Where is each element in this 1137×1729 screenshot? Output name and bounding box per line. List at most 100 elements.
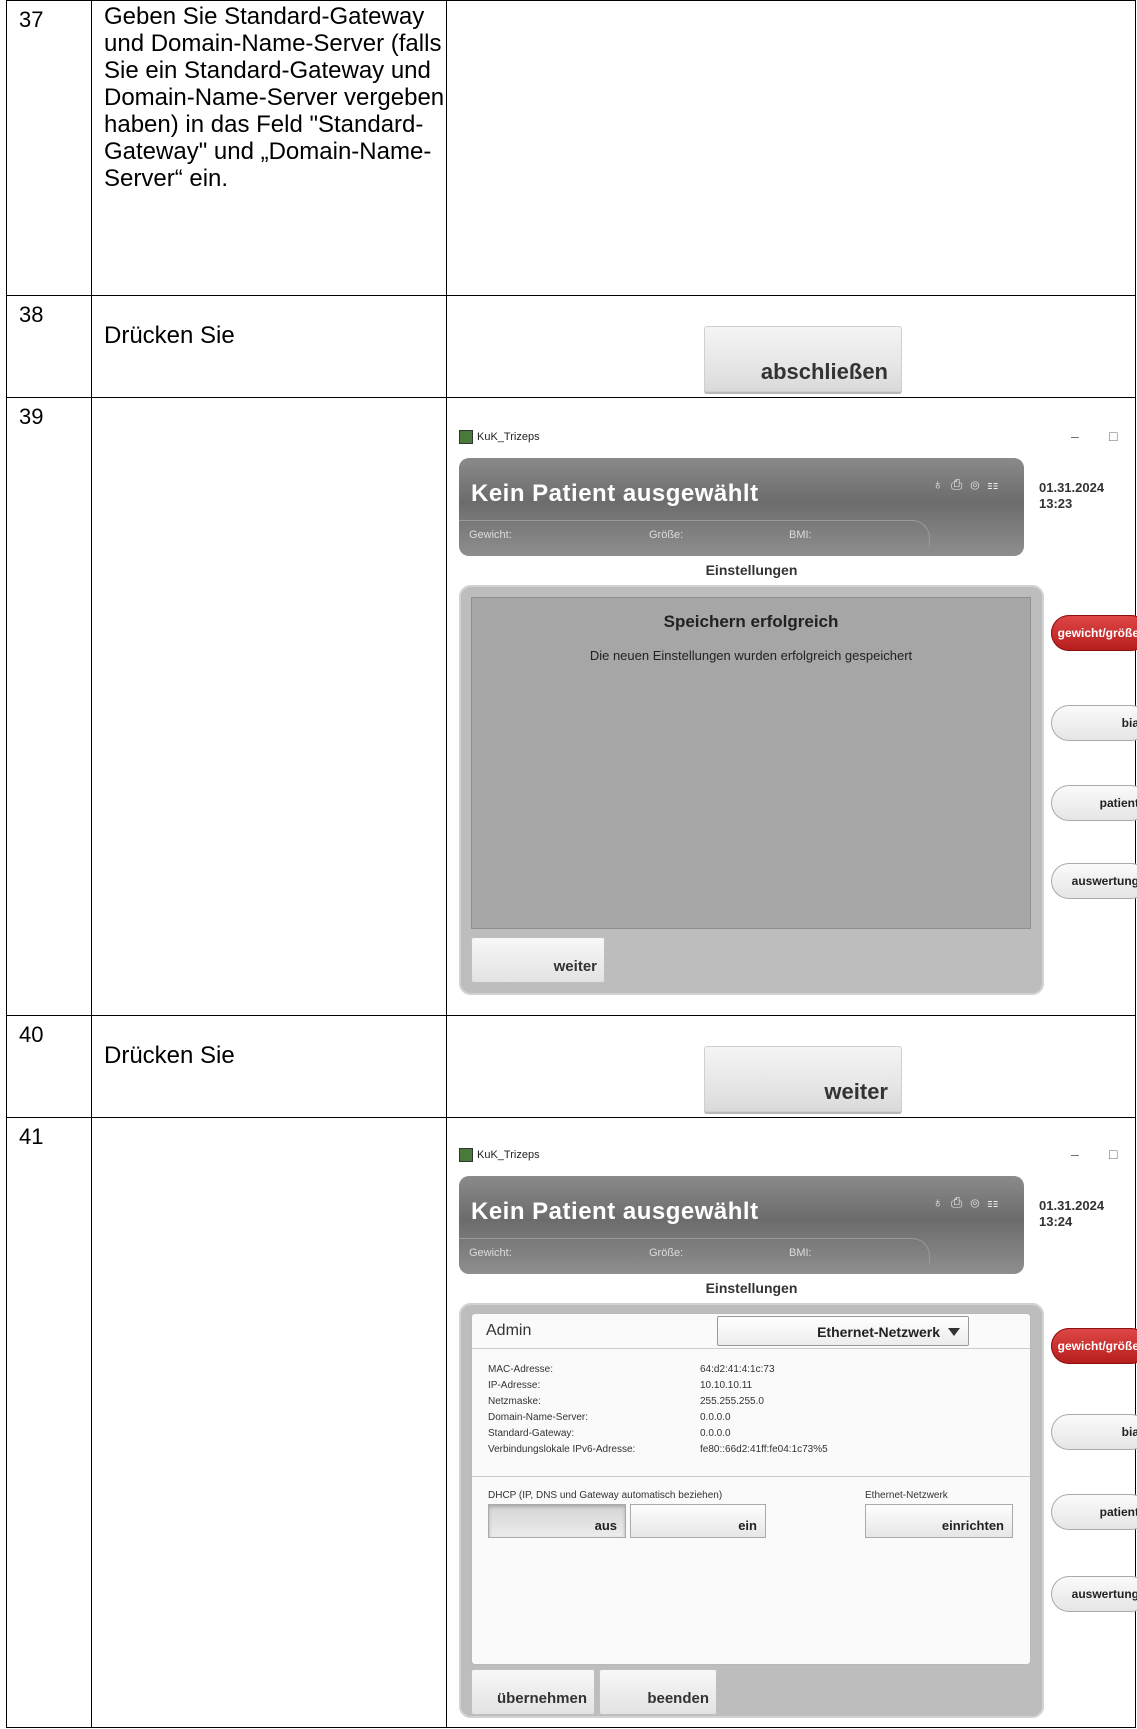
- datetime: 01.31.2024 13:23: [1039, 480, 1104, 512]
- instruction-text: Drücken Sie: [104, 322, 235, 349]
- nav-gewicht-groesse[interactable]: gewicht/größe: [1051, 615, 1137, 651]
- ethernet-label: Ethernet-Netzwerk: [865, 1490, 948, 1501]
- table-row: 41 KuK_Trizeps – □ × Kein Patient ausgew…: [6, 1117, 1137, 1728]
- field-label: Netzmaske:: [488, 1396, 541, 1407]
- field-value: 0.0.0.0: [700, 1428, 731, 1439]
- content-panel: Speichern erfolgreich Die neuen Einstell…: [459, 585, 1044, 995]
- time-text: 13:23: [1039, 496, 1073, 511]
- minimize-button[interactable]: –: [1071, 428, 1079, 444]
- step-screenshot-cell: abschließen: [446, 295, 1136, 398]
- instruction-text: Drücken Sie: [104, 1042, 235, 1069]
- date-text: 01.31.2024: [1039, 1198, 1105, 1213]
- nav-auswertung[interactable]: auswertung: [1051, 863, 1137, 899]
- user-icon: ♁: [932, 1194, 952, 1210]
- printer-icon: ⎙: [951, 1194, 971, 1210]
- step-instruction: [91, 1117, 447, 1728]
- step-number: 41: [6, 1117, 92, 1728]
- weiter-button[interactable]: weiter: [704, 1046, 902, 1112]
- field-label: Verbindungslokale IPv6-Adresse:: [488, 1444, 636, 1455]
- field-label: IP-Adresse:: [488, 1380, 541, 1391]
- patient-metrics: Gewicht: Größe: BMI:: [459, 1238, 930, 1265]
- nav-bia[interactable]: bia: [1051, 1414, 1137, 1450]
- step-instruction: [91, 397, 447, 1016]
- network-icon: ☷: [987, 1194, 1006, 1210]
- field-value: 64:d2:41:4:1c:73: [700, 1364, 775, 1375]
- table-row: 38 Drücken Sie abschließen: [6, 295, 1136, 398]
- weight-label: Gewicht:: [469, 1247, 512, 1259]
- table-row: 39 KuK_Trizeps – □ × Kein Patient ausgew…: [6, 397, 1137, 1016]
- dhcp-label: DHCP (IP, DNS und Gateway automatisch be…: [488, 1490, 723, 1501]
- dhcp-on-button[interactable]: ein: [630, 1504, 766, 1538]
- step-number: 38: [6, 295, 92, 398]
- minimize-button[interactable]: –: [1071, 1146, 1079, 1162]
- window-title: KuK_Trizeps: [477, 1149, 540, 1161]
- patient-header: Kein Patient ausgewählt ♁⎙⦾☷ Gewicht: Gr…: [459, 458, 1024, 556]
- field-label: Standard-Gateway:: [488, 1428, 575, 1439]
- step-number: 40: [6, 1015, 92, 1118]
- printer-icon: ⎙: [951, 476, 971, 492]
- patient-title: Kein Patient ausgewählt: [471, 1198, 759, 1225]
- status-icons: ♁⎙⦾☷: [933, 476, 1006, 493]
- patient-metrics: Gewicht: Größe: BMI:: [459, 520, 930, 547]
- window-title: KuK_Trizeps: [477, 431, 540, 443]
- user-icon: ♁: [932, 476, 952, 492]
- admin-panel: Admin Ethernet-Netzwerk MAC-Adresse: 64:…: [471, 1313, 1031, 1665]
- weiter-button[interactable]: weiter: [471, 937, 605, 983]
- window-titlebar: KuK_Trizeps: [459, 430, 540, 444]
- table-row: 37 Geben Sie Standard-Gateway und Domain…: [6, 0, 1136, 296]
- app-icon: [459, 430, 473, 444]
- instruction-table: 37 Geben Sie Standard-Gateway und Domain…: [6, 0, 1137, 1728]
- field-label: Domain-Name-Server:: [488, 1412, 589, 1423]
- field-value: fe80::66d2:41ff:fe04:1c73%5: [700, 1444, 828, 1455]
- bmi-label: BMI:: [789, 529, 812, 541]
- field-value: 10.10.10.11: [700, 1380, 753, 1391]
- divider: [472, 1476, 1030, 1477]
- step-screenshot-cell: KuK_Trizeps – □ × Kein Patient ausgewähl…: [446, 1117, 1137, 1728]
- einrichten-button[interactable]: einrichten: [865, 1504, 1013, 1538]
- step-screenshot-cell: weiter: [446, 1015, 1136, 1118]
- step-screenshot-cell: KuK_Trizeps – □ × Kein Patient ausgewähl…: [446, 397, 1137, 1016]
- step-number: 39: [6, 397, 92, 1016]
- admin-title: Admin: [486, 1322, 532, 1339]
- nav-gewicht-groesse[interactable]: gewicht/größe: [1051, 1328, 1137, 1364]
- network-type-dropdown[interactable]: Ethernet-Netzwerk: [717, 1316, 969, 1346]
- step-instruction: Drücken Sie: [91, 1015, 447, 1118]
- beenden-button[interactable]: beenden: [599, 1669, 717, 1715]
- height-label: Größe:: [649, 529, 684, 541]
- height-label: Größe:: [649, 1247, 684, 1259]
- message-area: Speichern erfolgreich Die neuen Einstell…: [471, 597, 1031, 929]
- window-titlebar: KuK_Trizeps: [459, 1148, 540, 1162]
- wireless-icon: ⦾: [970, 1194, 988, 1210]
- step-number: 37: [6, 0, 92, 296]
- chevron-down-icon: [948, 1328, 960, 1336]
- step-screenshot-cell: [446, 0, 1136, 296]
- patient-header: Kein Patient ausgewählt ♁⎙⦾☷ Gewicht: Gr…: [459, 1176, 1024, 1274]
- status-icons: ♁⎙⦾☷: [933, 1194, 1006, 1211]
- admin-header: Admin Ethernet-Netzwerk: [472, 1314, 1030, 1349]
- app-window: KuK_Trizeps – □ × Kein Patient ausgewähl…: [459, 1146, 1137, 1723]
- page-title: Einstellungen: [705, 1280, 798, 1296]
- wireless-icon: ⦾: [970, 476, 988, 492]
- nav-bia[interactable]: bia: [1051, 705, 1137, 741]
- nav-patient[interactable]: patient: [1051, 785, 1137, 821]
- field-value: 255.255.255.0: [700, 1396, 764, 1407]
- step-instruction: Drücken Sie: [91, 295, 447, 398]
- nav-auswertung[interactable]: auswertung: [1051, 1576, 1137, 1612]
- step-instruction: Geben Sie Standard-Gateway und Domain-Na…: [91, 0, 447, 296]
- dhcp-off-button[interactable]: aus: [488, 1504, 626, 1538]
- patient-title: Kein Patient ausgewählt: [471, 480, 759, 507]
- bmi-label: BMI:: [789, 1247, 812, 1259]
- dialog-title: Speichern erfolgreich: [663, 612, 839, 631]
- weight-label: Gewicht:: [469, 529, 512, 541]
- dialog-message: Die neuen Einstellungen wurden erfolgrei…: [589, 648, 913, 663]
- table-row: 40 Drücken Sie weiter: [6, 1015, 1136, 1118]
- maximize-button[interactable]: □: [1109, 428, 1117, 444]
- dropdown-value: Ethernet-Netzwerk: [817, 1324, 940, 1340]
- maximize-button[interactable]: □: [1109, 1146, 1117, 1162]
- nav-patient[interactable]: patient: [1051, 1494, 1137, 1530]
- time-text: 13:24: [1039, 1214, 1073, 1229]
- uebernehmen-button[interactable]: übernehmen: [471, 1669, 595, 1715]
- datetime: 01.31.2024 13:24: [1039, 1198, 1104, 1230]
- network-icon: ☷: [987, 476, 1006, 492]
- abschliessen-button[interactable]: abschließen: [704, 326, 902, 392]
